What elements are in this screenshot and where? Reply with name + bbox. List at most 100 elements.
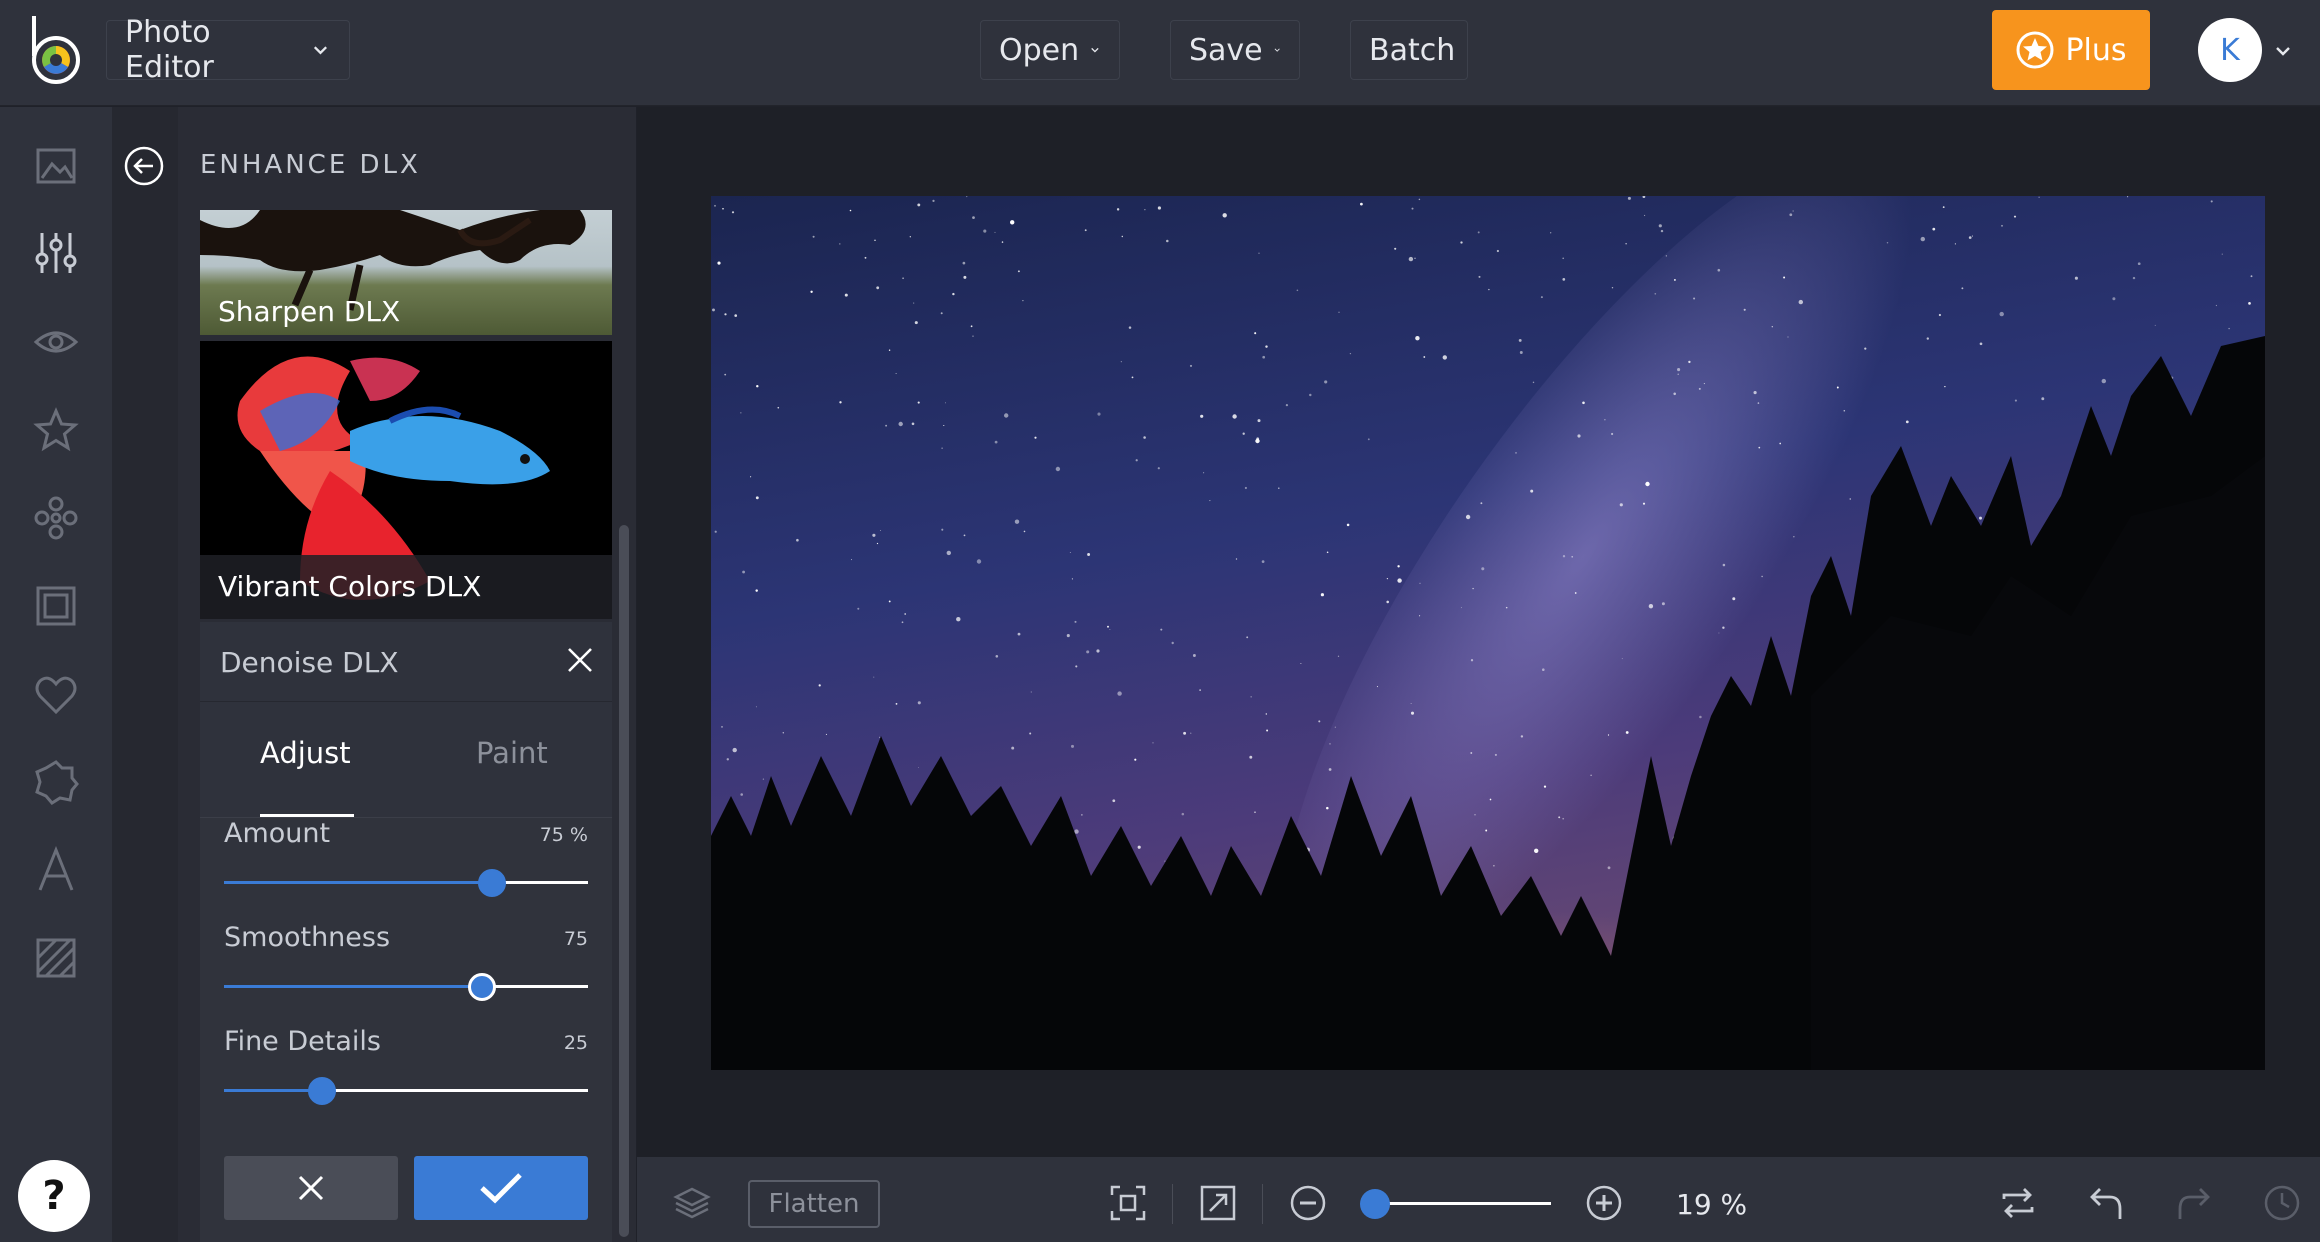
star-dot — [1171, 641, 1174, 645]
history-icon[interactable] — [2262, 1183, 2302, 1223]
star-dot — [1386, 577, 1389, 580]
star-dot — [1200, 414, 1204, 418]
chevron-down-icon[interactable] — [2272, 40, 2294, 62]
star-dot — [2038, 196, 2040, 198]
bottom-toolbar — [637, 1157, 2320, 1242]
help-button[interactable]: ? — [18, 1160, 90, 1232]
star-dot — [721, 726, 723, 728]
star-dot — [941, 447, 943, 449]
star-dot — [995, 655, 999, 658]
open-label: Open — [999, 32, 1080, 68]
star-dot — [742, 570, 746, 574]
close-icon[interactable] — [564, 644, 596, 676]
star-dot — [1116, 208, 1120, 211]
star-dot — [1415, 336, 1420, 341]
swap-icon[interactable] — [1998, 1183, 2038, 1223]
undo-icon[interactable] — [2086, 1183, 2126, 1223]
app-logo[interactable] — [28, 16, 84, 88]
star-dot — [1761, 575, 1763, 578]
photo-editor-menu[interactable]: Photo Editor — [106, 15, 350, 85]
texture-icon[interactable] — [32, 934, 80, 982]
star-dot — [944, 402, 946, 404]
eye-icon[interactable] — [32, 318, 80, 366]
redo-icon[interactable] — [2174, 1183, 2214, 1223]
star-dot — [1183, 731, 1187, 735]
star-dot — [1121, 235, 1124, 238]
badge-icon[interactable] — [32, 758, 80, 806]
active-tab-indicator — [260, 814, 354, 817]
star-icon[interactable] — [32, 406, 80, 454]
slider-knob[interactable] — [468, 973, 496, 1001]
star-dot — [1074, 620, 1077, 623]
actual-size-icon[interactable] — [1198, 1183, 1238, 1223]
star-dot — [917, 401, 920, 404]
star-dot — [1004, 413, 1009, 418]
flower-icon[interactable] — [32, 494, 80, 542]
star-dot — [1645, 481, 1650, 487]
star-dot — [849, 209, 852, 212]
star-dot — [1324, 380, 1328, 384]
frame-icon[interactable] — [32, 582, 80, 630]
flatten-button[interactable]: Flatten — [748, 1180, 880, 1228]
effect-thumbnail-vibrant[interactable]: Vibrant Colors DLX — [200, 341, 612, 619]
star-dot — [812, 235, 815, 238]
star-dot — [1411, 207, 1414, 210]
save-menu[interactable]: Save — [1170, 20, 1300, 80]
zoom-in-icon[interactable] — [1584, 1183, 1624, 1223]
cancel-button[interactable] — [224, 1156, 398, 1220]
user-avatar[interactable]: K — [2198, 18, 2262, 82]
plus-upgrade-button[interactable]: Plus — [1992, 10, 2150, 90]
sliders-icon[interactable] — [32, 229, 80, 277]
fine-details-label: Fine Details — [224, 1026, 381, 1057]
star-dot — [1096, 649, 1100, 653]
tab-adjust[interactable]: Adjust — [260, 736, 351, 770]
tab-paint[interactable]: Paint — [476, 736, 548, 770]
avatar-initial: K — [2220, 32, 2240, 68]
star-dot — [1619, 503, 1623, 507]
star-dot — [1107, 625, 1109, 628]
star-dot — [1256, 437, 1260, 441]
star-dot — [1783, 276, 1786, 279]
night-sky-photo[interactable] — [711, 196, 2265, 1070]
star-dot — [1944, 385, 1946, 388]
star-dot — [1607, 734, 1610, 736]
smoothness-slider[interactable] — [224, 973, 588, 1001]
star-dot — [1408, 256, 1414, 262]
star-dot — [1254, 332, 1257, 335]
save-label: Save — [1189, 32, 1263, 68]
star-dot — [1250, 696, 1252, 698]
star-dot — [1192, 654, 1196, 657]
amount-slider[interactable] — [224, 869, 588, 897]
star-dot — [2127, 196, 2129, 198]
zoom-slider-knob[interactable] — [1360, 1189, 1390, 1219]
slider-knob[interactable] — [308, 1077, 336, 1105]
star-dot — [1470, 659, 1474, 662]
fine-details-slider[interactable] — [224, 1077, 588, 1105]
image-icon[interactable] — [32, 142, 80, 190]
star-dot — [2041, 397, 2045, 401]
layers-icon[interactable] — [672, 1183, 712, 1223]
heart-icon[interactable] — [32, 670, 80, 718]
star-dot — [782, 732, 784, 734]
zoom-out-icon[interactable] — [1288, 1183, 1328, 1223]
flatten-label: Flatten — [768, 1189, 860, 1219]
apply-button[interactable] — [414, 1156, 588, 1220]
star-dot — [2014, 399, 2017, 402]
star-dot — [1979, 342, 1983, 346]
star-dot — [911, 422, 915, 426]
star-dot — [1232, 414, 1237, 419]
back-arrow-icon[interactable] — [124, 146, 164, 186]
star-dot — [1337, 655, 1340, 657]
open-menu[interactable]: Open — [980, 20, 1120, 80]
batch-button[interactable]: Batch — [1350, 20, 1468, 80]
star-dot — [755, 706, 757, 708]
star-dot — [1699, 715, 1702, 719]
panel-scrollbar[interactable] — [619, 525, 629, 1237]
fit-screen-icon[interactable] — [1108, 1183, 1148, 1223]
effect-thumbnail-sharpen[interactable]: Sharpen DLX — [200, 210, 612, 335]
slider-knob[interactable] — [478, 869, 506, 897]
fine-details-value: 25 — [563, 1032, 588, 1054]
zoom-slider[interactable] — [1375, 1202, 1551, 1205]
star-dot — [1518, 338, 1522, 342]
text-icon[interactable] — [32, 846, 80, 894]
